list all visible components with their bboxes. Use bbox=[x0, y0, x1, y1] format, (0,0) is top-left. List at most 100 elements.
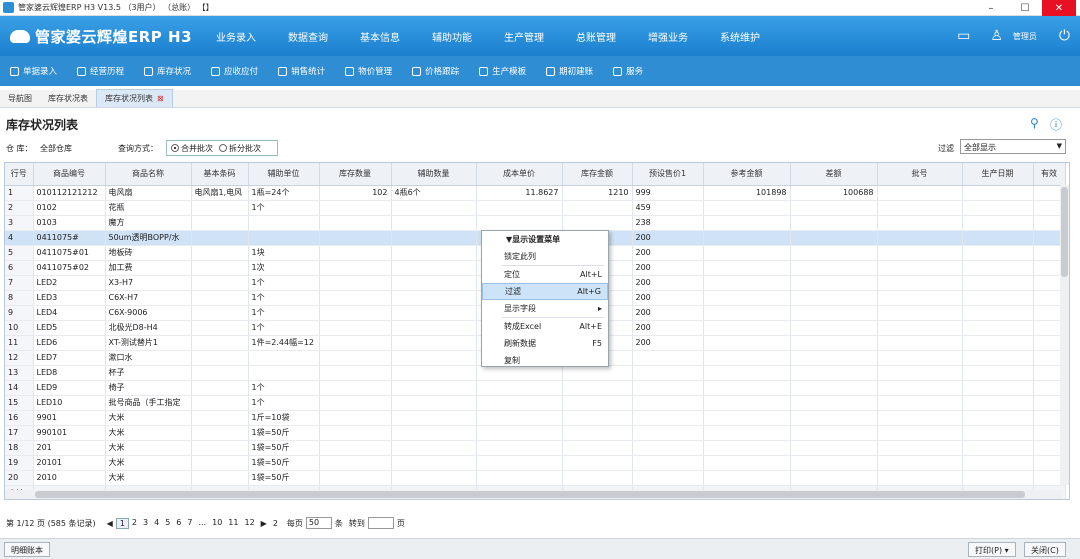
table-row[interactable]: 2 0102 花瓶 1个 459 bbox=[5, 200, 1066, 216]
page-number[interactable]: 3 bbox=[140, 518, 151, 529]
table-cell[interactable]: 0411075#02 bbox=[33, 260, 106, 276]
table-row[interactable]: 18 201 大米 1袋=50斤 bbox=[5, 440, 1066, 456]
table-cell[interactable] bbox=[790, 455, 878, 471]
radio-merge-label[interactable]: 合并批次 bbox=[181, 143, 213, 154]
table-cell[interactable] bbox=[248, 215, 320, 231]
table-cell[interactable]: 20101 bbox=[33, 455, 106, 471]
tab-close-icon[interactable]: ⊠ bbox=[157, 94, 164, 103]
row-number[interactable]: 15 bbox=[5, 395, 34, 411]
filter-settings-icon[interactable]: ⚲ bbox=[1030, 116, 1039, 130]
table-cell[interactable] bbox=[877, 470, 963, 486]
row-number[interactable]: 12 bbox=[5, 350, 34, 366]
table-cell[interactable]: 1件=2.44幅=12 bbox=[248, 335, 320, 351]
table-cell[interactable] bbox=[877, 230, 963, 246]
table-cell[interactable] bbox=[191, 245, 249, 261]
row-number[interactable]: 13 bbox=[5, 365, 34, 381]
table-cell[interactable] bbox=[391, 245, 477, 261]
page-number[interactable]: 7 bbox=[184, 518, 195, 529]
table-cell[interactable] bbox=[391, 290, 477, 306]
help-icon[interactable]: ⓘ bbox=[1050, 116, 1062, 133]
table-cell[interactable]: 990101 bbox=[33, 425, 106, 441]
table-cell[interactable] bbox=[319, 200, 392, 216]
table-cell[interactable]: C6X-9006 bbox=[105, 305, 192, 321]
table-cell[interactable] bbox=[790, 260, 878, 276]
table-cell[interactable]: 1个 bbox=[248, 305, 320, 321]
table-cell[interactable] bbox=[790, 245, 878, 261]
table-cell[interactable] bbox=[191, 275, 249, 291]
per-page-input[interactable]: 50 bbox=[305, 517, 332, 529]
table-cell[interactable] bbox=[476, 395, 563, 411]
row-number[interactable]: 9 bbox=[5, 305, 34, 321]
table-cell[interactable] bbox=[191, 290, 249, 306]
table-cell[interactable] bbox=[391, 320, 477, 336]
table-cell[interactable] bbox=[790, 470, 878, 486]
table-cell[interactable] bbox=[703, 305, 791, 321]
table-cell[interactable]: C6X-H7 bbox=[105, 290, 192, 306]
table-cell[interactable]: 11.8627 bbox=[476, 185, 563, 201]
menu-export-excel[interactable]: 转成Excel Alt+E bbox=[482, 318, 608, 335]
table-cell[interactable] bbox=[703, 425, 791, 441]
table-cell[interactable] bbox=[191, 320, 249, 336]
table-cell[interactable]: LED10 bbox=[33, 395, 106, 411]
table-cell[interactable] bbox=[962, 200, 1034, 216]
close-button[interactable]: 关闭(C) bbox=[1024, 542, 1066, 557]
table-cell[interactable] bbox=[877, 365, 963, 381]
table-cell[interactable] bbox=[962, 455, 1034, 471]
table-cell[interactable] bbox=[319, 305, 392, 321]
table-cell[interactable] bbox=[790, 440, 878, 456]
table-cell[interactable]: LED2 bbox=[33, 275, 106, 291]
table-cell[interactable]: XT-测试替片1 bbox=[105, 335, 192, 351]
table-cell[interactable] bbox=[632, 380, 704, 396]
table-cell[interactable] bbox=[191, 380, 249, 396]
table-cell[interactable]: 地板砖 bbox=[105, 245, 192, 261]
table-cell[interactable] bbox=[703, 245, 791, 261]
table-cell[interactable] bbox=[877, 440, 963, 456]
menu-copy[interactable]: 复制 bbox=[482, 352, 608, 369]
table-cell[interactable] bbox=[790, 200, 878, 216]
table-cell[interactable] bbox=[632, 440, 704, 456]
table-cell[interactable] bbox=[632, 395, 704, 411]
toolbar-opening[interactable]: 期初建账 bbox=[546, 65, 613, 77]
table-cell[interactable]: 1块 bbox=[248, 245, 320, 261]
table-cell[interactable]: 1袋=50斤 bbox=[248, 440, 320, 456]
table-cell[interactable] bbox=[562, 395, 633, 411]
radio-split-label[interactable]: 拆分批次 bbox=[229, 143, 261, 154]
table-cell[interactable]: LED9 bbox=[33, 380, 106, 396]
table-cell[interactable] bbox=[562, 410, 633, 426]
nav-item-query[interactable]: 数据查询 bbox=[272, 29, 344, 44]
table-cell[interactable] bbox=[191, 230, 249, 246]
table-cell[interactable] bbox=[391, 350, 477, 366]
table-cell[interactable] bbox=[962, 230, 1034, 246]
table-cell[interactable] bbox=[703, 275, 791, 291]
toolbar-price-track[interactable]: 价格跟踪 bbox=[412, 65, 479, 77]
table-cell[interactable] bbox=[703, 335, 791, 351]
table-cell[interactable] bbox=[391, 200, 477, 216]
print-button[interactable]: 打印(P) ▾ bbox=[968, 542, 1016, 557]
table-cell[interactable]: 大米 bbox=[105, 470, 192, 486]
table-cell[interactable] bbox=[877, 350, 963, 366]
page-number[interactable]: 10 bbox=[209, 518, 225, 529]
table-cell[interactable] bbox=[703, 395, 791, 411]
table-cell[interactable]: 1瓶=24个 bbox=[248, 185, 320, 201]
table-cell[interactable]: 200 bbox=[632, 305, 704, 321]
table-cell[interactable] bbox=[790, 275, 878, 291]
column-header[interactable]: 有效 bbox=[1033, 163, 1066, 186]
column-header[interactable]: 库存金额 bbox=[562, 163, 633, 186]
nav-item-ledger[interactable]: 总账管理 bbox=[560, 29, 632, 44]
table-row[interactable]: 14 LED9 椅子 1个 bbox=[5, 380, 1066, 396]
table-cell[interactable] bbox=[877, 455, 963, 471]
table-cell[interactable] bbox=[319, 215, 392, 231]
table-cell[interactable] bbox=[962, 440, 1034, 456]
table-cell[interactable]: LED3 bbox=[33, 290, 106, 306]
table-cell[interactable] bbox=[191, 395, 249, 411]
table-row[interactable]: 15 LED10 批号商品（手工指定 1个 bbox=[5, 395, 1066, 411]
table-cell[interactable]: 1袋=50斤 bbox=[248, 455, 320, 471]
table-cell[interactable]: X3-H7 bbox=[105, 275, 192, 291]
table-cell[interactable] bbox=[476, 410, 563, 426]
page-number[interactable]: 1 bbox=[115, 517, 129, 529]
table-cell[interactable] bbox=[191, 470, 249, 486]
table-cell[interactable] bbox=[476, 380, 563, 396]
table-cell[interactable]: 大米 bbox=[105, 425, 192, 441]
table-cell[interactable] bbox=[391, 425, 477, 441]
table-cell[interactable] bbox=[703, 365, 791, 381]
